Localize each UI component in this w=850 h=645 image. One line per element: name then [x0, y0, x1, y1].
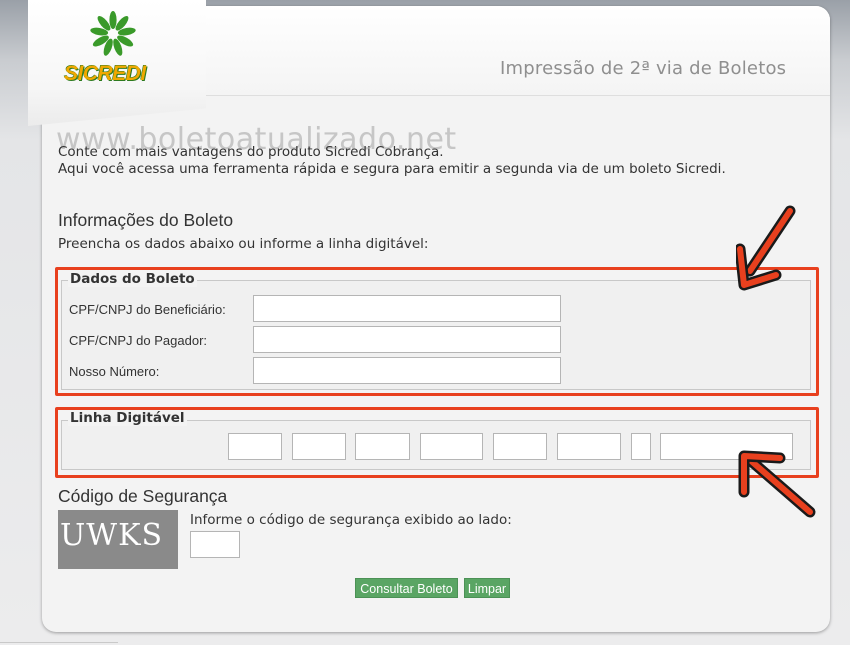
limpar-button[interactable]: Limpar — [464, 578, 510, 598]
highlight-box-linha — [55, 407, 819, 478]
arrow-up-left-icon — [738, 450, 816, 518]
intro-line-1: Conte com mais vantagens do produto Sicr… — [58, 144, 444, 160]
sicredi-logo-icon — [90, 11, 136, 56]
consultar-boleto-button[interactable]: Consultar Boleto — [355, 578, 458, 598]
captcha-text: UWKS — [60, 518, 164, 553]
highlight-box-dados — [55, 267, 819, 396]
bottom-divider — [0, 642, 118, 643]
captcha-hint: Informe o código de segurança exibido ao… — [190, 512, 512, 528]
arrow-down-left-icon — [736, 205, 796, 291]
intro-line-2: Aqui você acessa uma ferramenta rápida e… — [58, 161, 726, 177]
captcha-input[interactable] — [190, 531, 240, 558]
info-subtitle: Preencha os dados abaixo ou informe a li… — [58, 236, 429, 252]
captcha-image: UWKS — [58, 510, 178, 569]
page-title: Impressão de 2ª via de Boletos — [500, 58, 787, 79]
intro-text: Conte com mais vantagens do produto Sicr… — [58, 144, 726, 178]
info-title: Informações do Boleto — [58, 210, 234, 230]
logo-text: SICREDI — [64, 62, 146, 85]
seguranca-title: Código de Segurança — [58, 486, 228, 506]
